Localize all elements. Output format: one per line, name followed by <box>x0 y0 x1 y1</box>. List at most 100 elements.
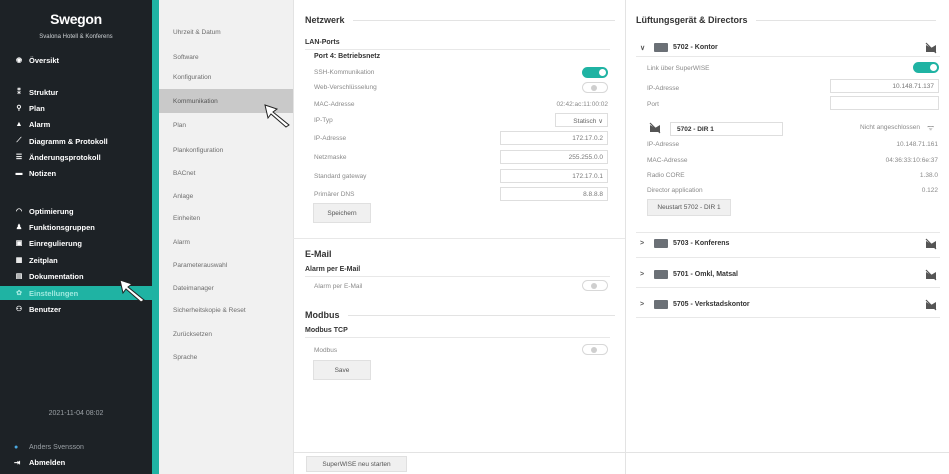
submenu-item[interactable]: Alarm <box>159 230 293 254</box>
submenu-item[interactable]: Parameterauswahl <box>159 253 293 277</box>
mac-value: 02:42:ac:11:00:02 <box>556 101 608 108</box>
submenu-item[interactable]: Einheiten <box>159 206 293 230</box>
device-icon <box>654 270 668 279</box>
modbus-subheading: Modbus TCP <box>305 327 348 334</box>
nav-item-funktionsgruppen[interactable]: ♟ Funktionsgruppen <box>0 220 152 234</box>
nav-item-struktur[interactable]: ⁑ Struktur <box>0 85 152 99</box>
director-app-label: Director application <box>647 187 703 194</box>
title-rule <box>352 19 615 21</box>
submenu-item[interactable]: Plankonfiguration <box>159 138 293 162</box>
submenu-item[interactable]: Konfiguration <box>159 65 293 89</box>
device-icon <box>654 239 668 248</box>
port4-heading: Port 4: Betriebsnetz <box>314 53 381 60</box>
submenu-item[interactable]: Zurücksetzen <box>159 322 293 346</box>
link-superwise-toggle[interactable] <box>913 62 939 73</box>
logout-button[interactable]: ⇥ Abmelden <box>14 458 65 467</box>
submenu-item[interactable]: BACnet <box>159 161 293 185</box>
ip-field[interactable]: 172.17.0.2 <box>500 131 608 145</box>
chart-line-icon: ⟋ <box>16 137 22 144</box>
dir-mac-label: MAC-Adresse <box>647 157 688 164</box>
eye-icon: ◉ <box>15 57 23 64</box>
gateway-field[interactable]: 172.17.0.1 <box>500 169 608 183</box>
lan-ports-heading: LAN-Ports <box>305 39 340 46</box>
email-alarm-toggle[interactable] <box>582 280 608 291</box>
email-subheading: Alarm per E-Mail <box>305 266 361 273</box>
divider <box>305 337 610 338</box>
submenu-item[interactable]: Sprache <box>159 345 293 369</box>
divider <box>305 276 610 277</box>
title-rule <box>347 314 615 316</box>
save-network-button[interactable]: Speichern <box>313 203 371 223</box>
save-modbus-button[interactable]: Save <box>313 360 371 380</box>
nav-item-alarm[interactable]: ▲ Alarm <box>0 117 152 131</box>
note-icon: ▬ <box>15 169 23 177</box>
divider <box>305 49 610 50</box>
nav-item-optimierung[interactable]: ◠ Optimierung <box>0 204 152 218</box>
nav-item-notizen[interactable]: ▬ Notizen <box>0 166 152 180</box>
panel-divider <box>293 0 294 474</box>
section-divider <box>293 238 625 239</box>
device-ip-field[interactable]: 10.148.71.137 <box>830 79 939 93</box>
submenu-item[interactable]: Dateimanager <box>159 276 293 300</box>
restart-director-button[interactable]: Neustart 5702 - DIR 1 <box>647 199 731 216</box>
divider <box>636 56 940 57</box>
divider <box>636 287 940 288</box>
gear-icon: ✿ <box>16 290 22 297</box>
structure-icon: ⁑ <box>17 89 21 96</box>
main-sidebar: Swegon Svalona Hotell & Konferens ◉ Övers… <box>0 0 152 474</box>
device-port-field[interactable] <box>830 96 939 110</box>
nav-label: Einstellungen <box>29 288 79 298</box>
device-ip-label: IP-Adresse <box>647 85 680 92</box>
nav-label: Änderungsprotokoll <box>29 152 101 162</box>
director-name-field[interactable]: 5702 - DIR 1 <box>670 122 783 136</box>
submenu-item[interactable]: Anlage <box>159 184 293 208</box>
app-window: Swegon Svalona Hotell & Konferens ◉ Övers… <box>0 0 949 474</box>
settings-submenu: Uhrzeit & Datum Software Konfiguration K… <box>159 0 293 474</box>
chevron-down-icon: ∨ <box>598 118 603 125</box>
director-status: Nicht angeschlossen <box>860 124 920 131</box>
device-header-5701[interactable]: >5701 - Omkl, Matsal <box>640 270 738 279</box>
chevron-right-icon: > <box>640 240 645 247</box>
nav-item-zeitplan[interactable]: ▦ Zeitplan <box>0 253 152 267</box>
nav-item-uebersicht[interactable]: ◉ Översikt <box>0 53 152 67</box>
nav-label: Översikt <box>29 55 60 65</box>
device-header-5703[interactable]: >5703 - Konferens <box>640 239 729 248</box>
disconnected-fan-icon <box>925 238 937 250</box>
device-name: 5705 - Verkstadskontor <box>673 301 750 308</box>
netmask-label: Netzmaske <box>314 154 347 161</box>
netmask-field[interactable]: 255.255.0.0 <box>500 150 608 164</box>
iptype-select[interactable]: Statisch ∨ <box>555 113 608 127</box>
dns-label: Primärer DNS <box>314 191 355 198</box>
divider <box>636 317 940 318</box>
nav-item-einregulierung[interactable]: ▣ Einregulierung <box>0 236 152 250</box>
document-icon: ▤ <box>15 273 23 280</box>
wifi-icon: ᯤ <box>927 123 935 132</box>
ip-label: IP-Adresse <box>314 135 347 142</box>
submenu-item[interactable]: Sicherheitskopie & Reset <box>159 298 293 322</box>
nav-item-benutzer[interactable]: ⚇ Benutzer <box>0 302 152 316</box>
chevron-right-icon: > <box>640 271 645 278</box>
calendar-icon: ▦ <box>15 257 23 264</box>
modbus-toggle[interactable] <box>582 344 608 355</box>
device-port-label: Port <box>647 101 659 108</box>
datetime-display: 2021-11-04 08:02 <box>48 410 104 417</box>
nav-item-plan[interactable]: ⚲ Plan <box>0 101 152 115</box>
title-rule <box>755 19 936 21</box>
mac-label: MAC-Adresse <box>314 101 355 108</box>
section-title-text: Modbus <box>305 310 340 320</box>
device-header-5705[interactable]: >5705 - Verkstadskontor <box>640 300 750 309</box>
dns-field[interactable]: 8.8.8.8 <box>500 187 608 201</box>
web-encryption-toggle[interactable] <box>582 82 608 93</box>
current-user[interactable]: ● Anders Svensson <box>14 444 84 451</box>
logout-label: Abmelden <box>29 458 66 467</box>
ssh-toggle[interactable] <box>582 67 608 78</box>
section-title-modbus: Modbus <box>305 310 615 320</box>
submenu-item[interactable]: Uhrzeit & Datum <box>159 20 293 44</box>
nav-item-diagramm[interactable]: ⟋ Diagramm & Protokoll <box>0 134 152 148</box>
divider <box>636 232 940 233</box>
nav-label: Diagramm & Protokoll <box>29 136 108 146</box>
restart-superwise-button[interactable]: SuperWISE neu starten <box>306 456 407 472</box>
nav-item-aenderungsprotokoll[interactable]: ☰ Änderungsprotokoll <box>0 150 152 164</box>
link-superwise-label: Link über SuperWISE <box>647 65 710 72</box>
device-header-5702[interactable]: ∨ 5702 - Kontor <box>640 43 718 52</box>
